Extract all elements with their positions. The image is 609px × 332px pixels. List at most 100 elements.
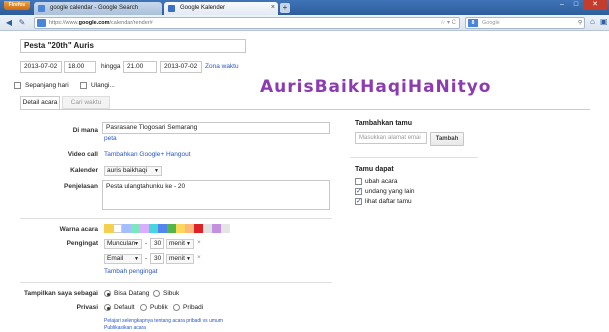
privacy-learn-more-link[interactable]: Pelajari selengkapnya tentang acara prib…	[104, 318, 223, 324]
watermark-text: AurisBaikHaqiHaNityo	[260, 77, 492, 97]
reminder-unit-select[interactable]: menit ▼	[166, 254, 194, 264]
browser-tab-bar: Firefox google calendar - Google Search …	[0, 0, 609, 15]
reminder-unit-select[interactable]: menit ▼	[166, 239, 194, 249]
event-color-label: Warna acara	[59, 226, 98, 233]
guest-modify-checkbox[interactable]	[355, 178, 362, 185]
chevron-down-icon: ▼	[134, 241, 139, 247]
description-textarea[interactable]: Pesta ulangtahunku ke - 20	[102, 180, 330, 210]
start-date-input[interactable]: 2013-07-02	[20, 61, 62, 73]
reminder-type-select[interactable]: Munculan ▼	[104, 239, 142, 249]
tab-google-search[interactable]: google calendar - Google Search	[34, 2, 162, 15]
search-bar[interactable]: 8 Google ⚲	[465, 17, 585, 29]
color-swatch[interactable]	[212, 224, 221, 233]
minimize-icon[interactable]: –	[555, 0, 569, 10]
reminder-unit-value: menit	[169, 255, 185, 262]
add-reminder-link[interactable]: Tambah pengingat	[104, 268, 158, 275]
publish-event-link[interactable]: Publikasikan acara	[104, 325, 146, 331]
show-available-label: Bisa Datang	[114, 290, 150, 297]
browser-nav-bar: ◀ ✎ https://www.google.com/calendar/rend…	[0, 15, 609, 31]
url-domain: google.com	[78, 20, 110, 26]
chevron-down-icon: ▼	[186, 256, 191, 262]
show-busy-radio[interactable]	[153, 290, 160, 297]
color-swatch[interactable]	[122, 224, 131, 233]
maximize-icon[interactable]: □	[569, 0, 583, 10]
calendar-select[interactable]: auris baikhaqi ▼	[104, 166, 162, 176]
reminder-unit-value: menit	[169, 240, 185, 247]
section-divider	[20, 282, 332, 283]
calendar-favicon-icon	[168, 5, 175, 12]
color-swatch[interactable]	[176, 224, 185, 233]
end-date-input[interactable]: 2013-07-02	[160, 61, 202, 73]
guest-invite-checkbox[interactable]	[355, 187, 362, 195]
bookmark-star-icon[interactable]: ☆ ▾ C	[440, 18, 456, 28]
where-input[interactable]: Pasrasane Tlogosari Semarang	[102, 122, 330, 134]
firefox-menu-button[interactable]: Firefox	[4, 1, 30, 10]
google-favicon-icon	[38, 5, 45, 12]
repeat-checkbox[interactable]	[80, 82, 87, 89]
where-label: Di mana	[72, 127, 98, 134]
color-swatch[interactable]	[113, 224, 122, 233]
privacy-default-label: Default	[114, 304, 135, 311]
back-arrow-icon[interactable]: ◀	[3, 17, 15, 29]
tab-event-details[interactable]: Detail acara	[20, 96, 60, 109]
add-guests-heading: Tambahkan tamu	[355, 120, 413, 127]
privacy-public-label: Publik	[150, 304, 168, 311]
start-time-input[interactable]: 18.00	[64, 61, 96, 73]
tab-google-kalender[interactable]: Google Kalender ×	[164, 2, 278, 15]
bookmarks-icon[interactable]: ▣	[600, 17, 608, 26]
show-available-radio[interactable]	[104, 290, 111, 297]
allday-checkbox[interactable]	[14, 82, 21, 89]
color-swatch[interactable]	[131, 224, 140, 233]
guest-option-label: undang yang lain	[365, 188, 415, 195]
section-divider	[20, 218, 332, 219]
color-swatch[interactable]	[203, 224, 212, 233]
color-swatch[interactable]	[104, 224, 113, 233]
reminder-type-select[interactable]: Email ▼	[104, 254, 142, 264]
remove-reminder-icon[interactable]: ×	[197, 254, 201, 261]
key-icon[interactable]: ✎	[16, 17, 28, 29]
add-guest-button[interactable]: Tambah	[430, 132, 464, 146]
color-swatch[interactable]	[140, 224, 149, 233]
close-tab-icon[interactable]: ×	[271, 2, 275, 14]
chevron-down-icon: ▼	[186, 241, 191, 247]
event-title-input[interactable]: Pesta "20th" Auris	[20, 39, 246, 53]
chevron-down-icon: ▼	[154, 168, 159, 174]
url-bar[interactable]: https://www.google.com/calendar/render# …	[34, 17, 460, 29]
privacy-default-radio[interactable]	[104, 304, 111, 311]
guest-email-input[interactable]: Masukkan alamat emai	[355, 132, 427, 144]
map-link[interactable]: peta	[104, 135, 117, 142]
add-hangout-link[interactable]: Tambahkan Google+ Hangout	[104, 151, 191, 158]
remove-reminder-icon[interactable]: ×	[197, 239, 201, 246]
privacy-public-radio[interactable]	[140, 304, 147, 311]
color-swatch[interactable]	[221, 224, 230, 233]
end-time-input[interactable]: 21.00	[123, 61, 157, 73]
reminder-amount-input[interactable]: 30	[150, 253, 164, 264]
home-icon[interactable]: ⌂	[590, 17, 595, 26]
tab-title: google calendar - Google Search	[50, 5, 139, 11]
window-close-icon[interactable]: ✕	[583, 0, 607, 10]
timezone-link[interactable]: Zona waktu	[205, 63, 239, 70]
privacy-private-radio[interactable]	[173, 304, 180, 311]
calendar-label: Kalender	[70, 167, 98, 174]
chevron-down-icon: ▼	[134, 256, 139, 262]
color-swatch[interactable]	[185, 224, 194, 233]
color-swatch[interactable]	[167, 224, 176, 233]
reminder-label: Pengingat	[66, 240, 98, 247]
guests-can-heading: Tamu dapat	[355, 166, 394, 173]
reminder-type-value: Munculan	[107, 240, 136, 247]
color-swatch[interactable]	[149, 224, 158, 233]
color-swatch[interactable]	[158, 224, 167, 233]
reminder-amount-input[interactable]: 30	[150, 238, 164, 249]
show-as-label: Tampilkan saya sebagai	[24, 290, 98, 297]
color-swatch[interactable]	[194, 224, 203, 233]
reminder-separator: -	[145, 240, 148, 247]
search-icon[interactable]: ⚲	[578, 18, 582, 28]
guest-divider	[350, 157, 478, 158]
site-identity-icon	[37, 19, 46, 27]
guest-list-checkbox[interactable]	[355, 197, 362, 205]
search-engine-icon[interactable]: 8	[468, 19, 478, 27]
new-tab-button[interactable]: +	[280, 3, 290, 13]
tab-find-time[interactable]: Cari waktu	[62, 96, 110, 109]
until-label: hingga	[101, 63, 121, 70]
video-call-label: Video call	[67, 151, 98, 158]
